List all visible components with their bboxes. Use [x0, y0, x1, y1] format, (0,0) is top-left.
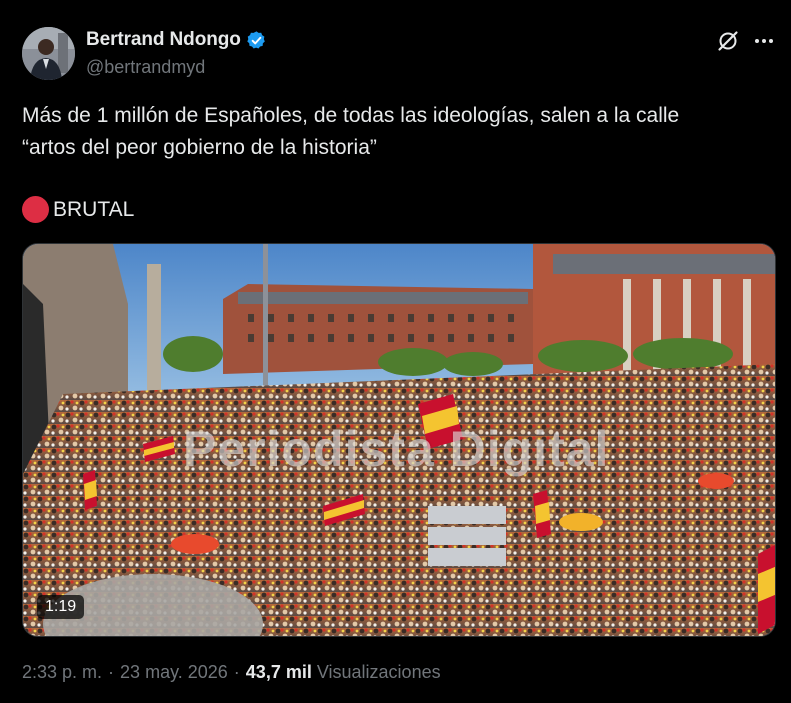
more-icon[interactable]	[752, 33, 776, 49]
more-dot	[762, 39, 766, 43]
tweet-text: Más de 1 millón de Españoles, de todas l…	[22, 100, 772, 164]
tweet-emphasis: BRUTAL	[22, 196, 134, 223]
avatar[interactable]	[22, 27, 75, 80]
meta-separator: ·	[108, 662, 115, 682]
tweet-text-line: Más de 1 millón de Españoles, de todas l…	[22, 104, 680, 127]
video-watermark: Periodista Digital	[183, 421, 610, 477]
author-name-row[interactable]: Bertrand Ndongo	[86, 29, 267, 51]
video-player[interactable]: Periodista Digital 1:19	[22, 243, 776, 637]
tweet-time[interactable]: 2:33 p. m.	[22, 662, 102, 683]
avatar-image	[22, 27, 75, 80]
tweet-date[interactable]: 23 may. 2026	[120, 662, 228, 683]
views-label: Visualizaciones	[316, 662, 441, 682]
more-dot	[755, 39, 759, 43]
grok-icon[interactable]	[716, 29, 740, 53]
meta-separator: ·	[233, 662, 240, 682]
author-display-name[interactable]: Bertrand Ndongo	[86, 29, 241, 51]
more-dot	[769, 39, 773, 43]
verified-badge-icon[interactable]	[246, 30, 267, 51]
tweet-text-line: “artos del peor gobierno de la historia”	[22, 136, 377, 159]
author-handle[interactable]: @bertrandmyd	[86, 57, 205, 78]
tweet-meta: 2:33 p. m. · 23 may. 2026 · 43,7 mil Vis…	[22, 662, 441, 683]
views-count: 43,7 mil	[245, 662, 312, 682]
tweet-emphasis-text: BRUTAL	[53, 197, 135, 221]
red-circle-icon	[22, 196, 49, 223]
video-duration-badge: 1:19	[37, 595, 85, 619]
tweet: Bertrand Ndongo @bertrandmyd Más de 1 mi…	[0, 0, 791, 703]
